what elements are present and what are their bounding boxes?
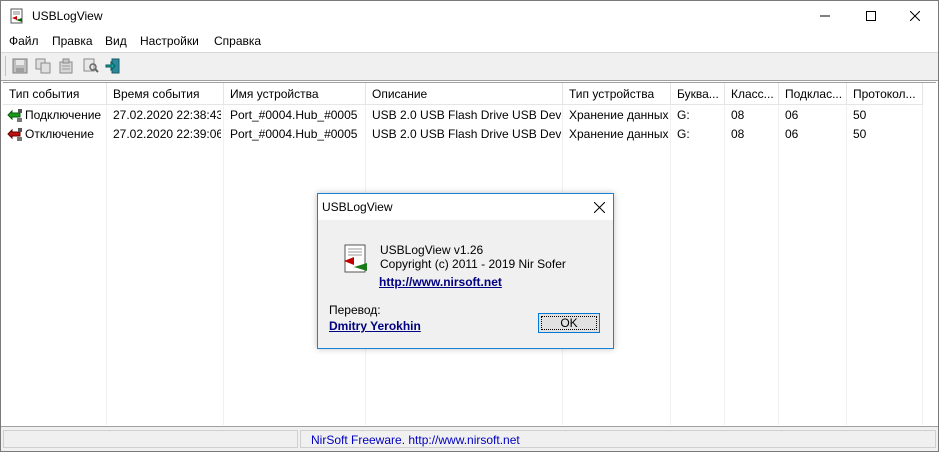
column-header-protocol[interactable]: Протокол... (847, 83, 923, 105)
maximize-icon (866, 11, 876, 21)
device-type-cell: Хранение данных (569, 127, 669, 141)
grid-line (106, 105, 107, 425)
status-pane (3, 430, 298, 448)
column-header-device-name[interactable]: Имя устройства (224, 83, 366, 105)
subclass-cell: 06 (785, 127, 799, 141)
exit-button[interactable] (104, 57, 122, 75)
event-type-cell: Подключение (25, 108, 102, 122)
connect-icon (6, 106, 24, 125)
about-dialog: USBLogView USBLogView v1.26 Copyright (c… (317, 193, 614, 349)
save-button[interactable] (11, 57, 29, 75)
title-bar[interactable]: USBLogView (1, 1, 938, 31)
properties-icon (59, 58, 73, 74)
minimize-icon (820, 15, 830, 17)
grid-line (670, 105, 671, 425)
menu-view[interactable]: Вид (105, 34, 127, 48)
usb-log-app-icon (9, 8, 25, 24)
column-header-event-type[interactable]: Тип события (3, 83, 107, 105)
menu-file[interactable]: Файл (9, 34, 39, 48)
event-time-cell: 27.02.2020 22:38:43 (113, 108, 221, 122)
column-header-device-type[interactable]: Тип устройства (563, 83, 671, 105)
dialog-title-bar[interactable]: USBLogView (318, 194, 613, 220)
device-type-cell: Хранение данных (569, 108, 669, 122)
translator-link[interactable]: Dmitry Yerokhin (329, 319, 421, 333)
drive-letter-cell: G: (677, 108, 690, 122)
properties-button[interactable] (57, 57, 75, 75)
copy-button[interactable] (34, 57, 52, 75)
description-cell: USB 2.0 USB Flash Drive USB Device (372, 127, 561, 141)
menu-edit[interactable]: Правка (52, 34, 93, 48)
grid-line (724, 105, 725, 425)
menu-settings[interactable]: Настройки (140, 34, 199, 48)
menu-bar: Файл Правка Вид Настройки Справка (1, 31, 938, 52)
website-link[interactable]: http://www.nirsoft.net (379, 275, 502, 289)
minimize-button[interactable] (802, 1, 848, 31)
column-header-class[interactable]: Класс... (725, 83, 779, 105)
description-cell: USB 2.0 USB Flash Drive USB Device (372, 108, 561, 122)
usb-log-app-icon (342, 244, 370, 277)
disconnect-icon (6, 125, 24, 144)
toolbar-separator (5, 56, 6, 76)
class-cell: 08 (731, 127, 745, 141)
exit-icon (105, 58, 120, 74)
status-bar: NirSoft Freeware. http://www.nirsoft.net (1, 426, 938, 451)
column-header-subclass[interactable]: Подклас... (779, 83, 847, 105)
grid-line (846, 105, 847, 425)
maximize-button[interactable] (848, 1, 894, 31)
device-name-cell: Port_#0004.Hub_#0005 (230, 127, 358, 141)
protocol-cell: 50 (853, 108, 867, 122)
table-row[interactable]: Отключение 27.02.2020 22:39:06 Port_#000… (3, 125, 936, 144)
status-link[interactable]: NirSoft Freeware. http://www.nirsoft.net (311, 433, 520, 447)
grid-line (922, 105, 923, 425)
protocol-cell: 50 (853, 127, 867, 141)
translation-label: Перевод: (329, 303, 381, 317)
toolbar (1, 52, 938, 81)
save-icon (12, 58, 28, 74)
class-cell: 08 (731, 108, 745, 122)
window-title: USBLogView (32, 9, 103, 23)
dialog-title: USBLogView (322, 200, 393, 214)
grid-line (223, 105, 224, 425)
drive-letter-cell: G: (677, 127, 690, 141)
column-header-description[interactable]: Описание (366, 83, 563, 105)
find-button[interactable] (82, 57, 100, 75)
close-icon (593, 201, 605, 213)
close-icon (910, 11, 920, 21)
ok-button[interactable]: OK (538, 313, 600, 333)
grid-line (778, 105, 779, 425)
search-icon (83, 58, 99, 73)
copy-icon (35, 58, 51, 74)
dialog-close-button[interactable] (589, 197, 609, 217)
table-row[interactable]: Подключение 27.02.2020 22:38:43 Port_#00… (3, 106, 936, 125)
column-header-drive-letter[interactable]: Буква... (671, 83, 725, 105)
subclass-cell: 06 (785, 108, 799, 122)
product-version: USBLogView v1.26 (380, 243, 484, 257)
menu-help[interactable]: Справка (214, 34, 261, 48)
event-type-cell: Отключение (25, 127, 94, 141)
column-header-event-time[interactable]: Время события (107, 83, 224, 105)
close-button[interactable] (892, 1, 938, 31)
event-time-cell: 27.02.2020 22:39:06 (113, 127, 221, 141)
device-name-cell: Port_#0004.Hub_#0005 (230, 108, 358, 122)
copyright-text: Copyright (c) 2011 - 2019 Nir Sofer (380, 257, 566, 271)
